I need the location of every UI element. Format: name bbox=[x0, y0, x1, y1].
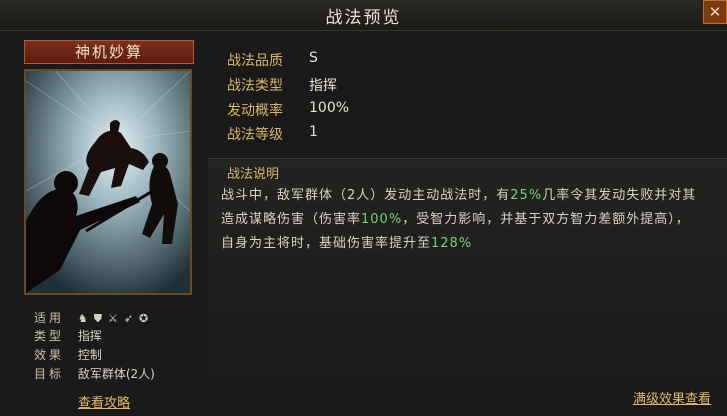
info-target: 目标 敌军群体(2人) bbox=[34, 365, 155, 382]
stat-label: 战法类型 bbox=[227, 78, 283, 94]
info-value: 控制 bbox=[77, 348, 102, 362]
description-title: 战法说明 bbox=[227, 167, 280, 182]
spear-icon: ➶ bbox=[123, 311, 134, 325]
info-label: 目标 bbox=[34, 367, 65, 381]
wheel-icon: ✪ bbox=[139, 311, 149, 325]
close-button[interactable]: ✕ bbox=[703, 0, 727, 24]
stat-type: 战法类型 指挥 bbox=[227, 75, 337, 95]
tactic-name: 神机妙算 bbox=[24, 40, 194, 64]
info-value: 敌军群体(2人) bbox=[77, 367, 155, 381]
description-line: 战斗中，敌军群体（2人）发动主动战法时，有25%几率令其发动失败并对其 bbox=[221, 188, 697, 203]
info-type: 类型 指挥 bbox=[34, 327, 102, 344]
tactic-artwork bbox=[24, 69, 192, 295]
description-text: 战斗中，敌军群体（2人）发动主动战法时，有25%几率令其发动失败并对其 造成谋略… bbox=[221, 184, 721, 256]
highlight-value: 100% bbox=[361, 212, 403, 227]
full-level-effect-link[interactable]: 满级效果查看 bbox=[633, 388, 711, 407]
stat-value: S bbox=[309, 50, 318, 66]
info-applicable: 适用 ♞ ⛊ ⚔ ➶ ✪ bbox=[34, 309, 148, 326]
info-label: 类型 bbox=[34, 329, 65, 343]
stat-label: 发动概率 bbox=[227, 103, 283, 119]
stat-probability: 发动概率 100% bbox=[227, 100, 349, 120]
shield-icon: ⛊ bbox=[93, 311, 102, 325]
description-line: 造成谋略伤害（伤害率100%，受智力影响，并基于双方智力差额外提高）， bbox=[221, 212, 690, 227]
view-guide-link[interactable]: 查看攻略 bbox=[78, 392, 130, 411]
troop-type-icons: ♞ ⛊ ⚔ ➶ ✪ bbox=[78, 312, 148, 326]
title-bar: 战法预览 ✕ bbox=[0, 0, 727, 31]
window-title: 战法预览 bbox=[325, 8, 402, 28]
stat-level: 战法等级 1 bbox=[227, 124, 318, 144]
highlight-value: 25% bbox=[510, 188, 543, 203]
stat-label: 战法等级 bbox=[227, 127, 283, 143]
description-line: 自身为主将时，基础伤害率提升至128% bbox=[221, 236, 473, 251]
crossed-swords-icon: ⚔ bbox=[107, 311, 118, 325]
info-label: 适用 bbox=[34, 311, 65, 325]
stat-value: 100% bbox=[309, 100, 350, 116]
close-icon: ✕ bbox=[708, 3, 722, 21]
stat-label: 战法品质 bbox=[227, 53, 283, 69]
cavalry-icon: ♞ bbox=[77, 311, 88, 325]
highlight-value: 128% bbox=[431, 236, 473, 251]
info-value: 指挥 bbox=[77, 329, 102, 343]
stat-value: 指挥 bbox=[309, 78, 337, 94]
info-label: 效果 bbox=[34, 348, 65, 362]
stat-value: 1 bbox=[309, 124, 318, 140]
stat-quality: 战法品质 S bbox=[227, 50, 318, 70]
info-effect: 效果 控制 bbox=[34, 346, 102, 363]
